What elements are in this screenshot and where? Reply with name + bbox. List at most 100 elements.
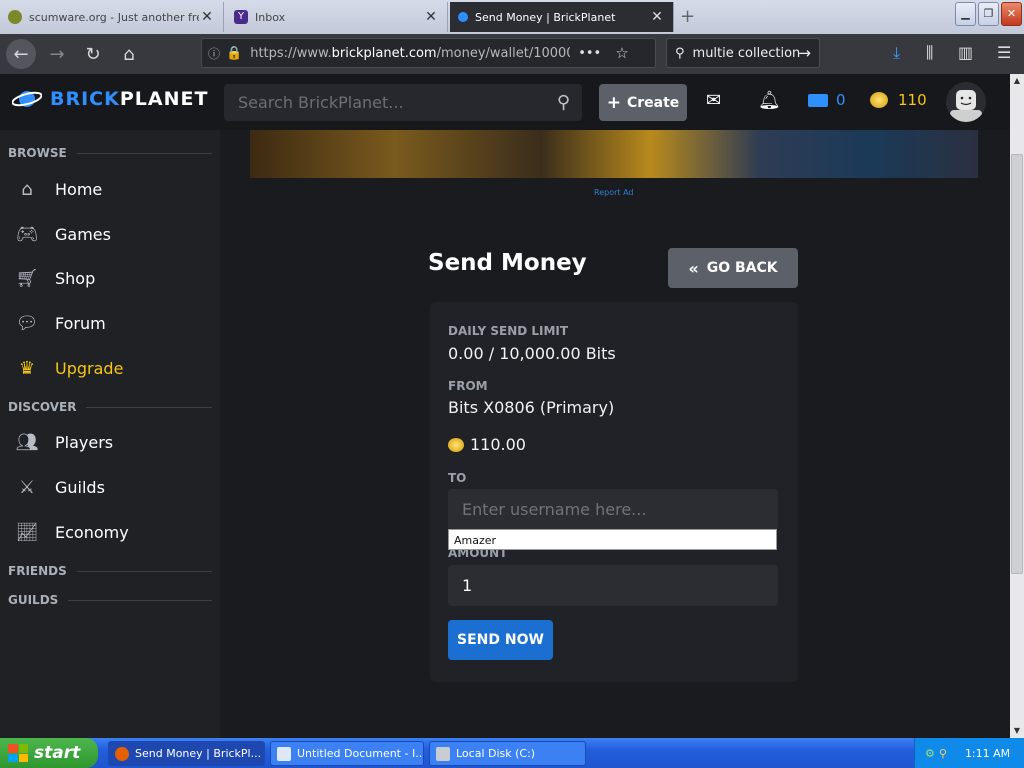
taskbar-item-local-disk[interactable]: Local Disk (C:) — [429, 741, 586, 766]
report-ad-link[interactable]: Report Ad — [594, 188, 633, 197]
bits-balance[interactable]: 110 — [870, 91, 927, 109]
info-icon[interactable]: ⓘ — [208, 45, 220, 62]
task-title: Local Disk (C:) — [456, 747, 536, 760]
taskbar-item-document[interactable]: Untitled Document - I... — [270, 741, 424, 766]
go-back-button[interactable]: « GO BACK — [668, 248, 798, 288]
search-icon[interactable]: ⚲ — [557, 92, 570, 113]
close-tab-icon[interactable]: ✕ — [199, 9, 215, 25]
browser-nav-bar: ← → ↻ ⌂ ⓘ 🔒 https://www.brickplanet.com/… — [0, 34, 1024, 74]
site-search-input[interactable]: Search BrickPlanet... ⚲ — [224, 84, 582, 121]
taskbar-item-browser[interactable]: Send Money | BrickPl... — [108, 741, 265, 766]
autocomplete-suggestion[interactable]: Amazer — [448, 529, 777, 550]
scroll-up-icon[interactable]: ▲ — [1010, 74, 1024, 88]
balance-value: 110.00 — [470, 435, 526, 454]
sidebar-toggle-icon[interactable]: ▥ — [958, 43, 973, 62]
advertisement-banner[interactable] — [250, 130, 978, 178]
search-tray-icon[interactable]: ⚲ — [939, 747, 947, 760]
browser-search-bar[interactable]: ⚲ multie collection → — [666, 38, 820, 68]
amount-input[interactable]: 1 — [448, 565, 778, 606]
home-browser-icon[interactable]: ⌂ — [114, 39, 144, 69]
create-button[interactable]: + Create — [599, 84, 687, 121]
task-title: Untitled Document - I... — [297, 747, 424, 760]
sidebar-item-label: Games — [55, 224, 111, 244]
sidebar-item-label: Shop — [55, 268, 96, 288]
downloads-icon[interactable]: ⤓ — [893, 43, 900, 63]
url-text: https://www.brickplanet.com/money/wallet… — [250, 45, 570, 61]
smiley-favicon-icon — [8, 10, 22, 24]
brickplanet-logo[interactable]: BRICKPLANET — [12, 88, 208, 110]
scroll-down-icon[interactable]: ▼ — [1010, 724, 1024, 738]
home-icon: ⌂ — [21, 178, 33, 200]
sidebar-item-forum[interactable]: 💬︎ Forum — [14, 312, 106, 334]
bucks-balance[interactable]: 0 — [808, 91, 846, 109]
task-title: Send Money | BrickPl... — [135, 747, 262, 760]
close-tab-icon[interactable]: ✕ — [423, 9, 439, 25]
restore-window-button[interactable]: ❐ — [978, 2, 999, 26]
firefox-icon — [115, 746, 129, 761]
browser-tab-bar: scumware.org - Just another fre ✕ Y Inbo… — [0, 0, 1024, 34]
bookmark-star-icon[interactable]: ☆ — [615, 44, 628, 62]
sidebar-item-games[interactable]: 🎮︎ Games — [14, 223, 111, 245]
library-icon[interactable]: ⫼ — [926, 43, 933, 63]
new-tab-icon[interactable]: + — [680, 6, 695, 27]
start-button[interactable]: start — [0, 738, 98, 768]
bell-icon[interactable]: 🔔︎ — [758, 90, 781, 111]
lock-icon: 🔒 — [226, 45, 243, 61]
sidebar-item-home[interactable]: ⌂ Home — [14, 178, 102, 200]
sidebar-item-economy[interactable]: 📈︎ Economy — [14, 521, 129, 543]
main-content: Report Ad Send Money « GO BACK DAILY SEN… — [220, 130, 1010, 738]
to-username-input[interactable] — [448, 489, 778, 530]
back-arrow-icon[interactable]: ← — [6, 39, 36, 69]
windows-logo-icon — [8, 744, 28, 762]
sidebar-item-guilds[interactable]: ⚔ Guilds — [14, 476, 105, 498]
bucks-count: 0 — [836, 91, 846, 109]
gamepad-icon: 🎮︎ — [15, 223, 39, 245]
sidebar-item-label: Players — [55, 432, 114, 452]
close-window-button[interactable]: ✕ — [1001, 2, 1022, 26]
sidebar-item-players[interactable]: 👥︎ Players — [14, 431, 114, 453]
daily-limit-label: DAILY SEND LIMIT — [448, 324, 569, 338]
minimize-window-button[interactable]: ▁ — [955, 2, 976, 26]
avatar-head-icon — [950, 90, 982, 122]
envelope-icon[interactable]: ✉ — [706, 90, 721, 111]
planet-logo-icon — [12, 91, 42, 107]
go-back-label: GO BACK — [706, 260, 778, 276]
system-tray: ⚙ ⚲ 1:11 AM — [914, 738, 1024, 768]
users-icon: 👥︎ — [15, 431, 39, 453]
sidebar-item-label: Economy — [55, 522, 129, 542]
page-title: Send Money — [428, 250, 587, 276]
go-arrow-icon[interactable]: → — [798, 44, 811, 62]
sidebar-item-label: Guilds — [55, 477, 105, 497]
daily-limit-value: 0.00 / 10,000.00 Bits — [448, 344, 616, 363]
page-scrollbar[interactable]: ▲ ▼ — [1010, 74, 1024, 738]
close-tab-icon[interactable]: ✕ — [649, 9, 665, 25]
section-guilds: GUILDS — [8, 593, 212, 607]
avatar[interactable] — [946, 82, 986, 122]
section-discover: DISCOVER — [8, 400, 212, 414]
sidebar-item-label: Forum — [55, 313, 106, 333]
search-icon: ⚲ — [675, 45, 685, 61]
address-bar[interactable]: ⓘ 🔒 https://www.brickplanet.com/money/wa… — [201, 38, 656, 68]
reload-icon[interactable]: ↻ — [78, 39, 108, 69]
page-actions-icon[interactable]: ••• — [578, 46, 601, 61]
tab-inbox[interactable]: Y Inbox ✕ — [226, 2, 448, 32]
sidebar-item-upgrade[interactable]: ♛ Upgrade — [14, 357, 123, 379]
balance-display: 110.00 — [448, 435, 526, 454]
yahoo-favicon-icon: Y — [234, 10, 248, 24]
windows-taskbar: start Send Money | BrickPl... Untitled D… — [0, 738, 1024, 768]
section-browse: BROWSE — [8, 146, 212, 160]
document-icon — [277, 746, 291, 761]
network-icon[interactable]: ⚙ — [925, 747, 935, 760]
sidebar-item-shop[interactable]: 🛒︎ Shop — [14, 267, 96, 289]
menu-icon[interactable]: ☰ — [997, 43, 1011, 62]
tab-send-money[interactable]: Send Money | BrickPlanet ✕ — [450, 2, 674, 32]
send-now-button[interactable]: SEND NOW — [448, 620, 553, 660]
sidebar-item-label: Upgrade — [55, 358, 124, 378]
scroll-thumb[interactable] — [1011, 154, 1023, 574]
drive-icon — [436, 746, 450, 761]
swords-icon: ⚔ — [18, 476, 36, 498]
site-search-placeholder: Search BrickPlanet... — [238, 93, 404, 112]
send-money-card: DAILY SEND LIMIT 0.00 / 10,000.00 Bits F… — [430, 302, 798, 682]
forward-arrow-icon[interactable]: → — [42, 39, 72, 69]
tab-scumware[interactable]: scumware.org - Just another fre ✕ — [0, 2, 224, 32]
